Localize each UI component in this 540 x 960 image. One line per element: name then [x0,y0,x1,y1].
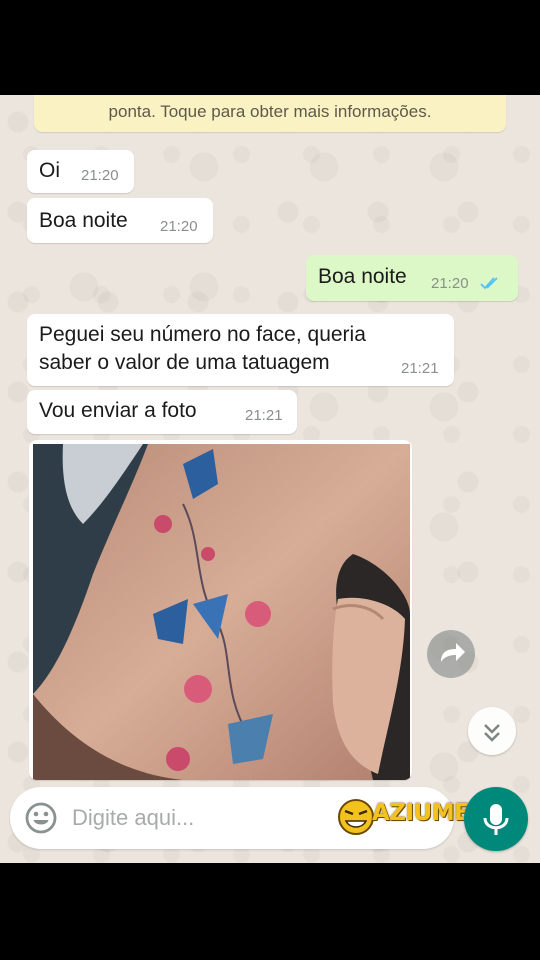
message-text: Oi [39,159,60,182]
chat-screen: ponta. Toque para obter mais informações… [0,95,540,863]
forward-arrow-icon [441,643,465,662]
message-text: Boa noite [318,265,407,288]
emoji-icon[interactable] [24,801,58,835]
message-time: 21:20 [431,275,469,292]
watermark-text: AZIUME [372,800,470,826]
message-text: Vou enviar a foto [39,399,197,422]
read-checkmarks-icon [480,277,498,290]
scroll-to-bottom-button[interactable] [468,707,516,755]
message-text-line-2: saber o valor de uma tatuagem [39,351,330,374]
message-text-line-1: Peguei seu número no face, queria [39,323,366,346]
mic-button[interactable] [464,787,528,851]
aziume-watermark: AZIUME [336,797,470,837]
forward-button[interactable] [427,630,475,678]
message-incoming[interactable]: Boa noite 21:20 [27,198,213,243]
message-text: Boa noite [39,209,128,232]
microphone-icon [483,804,509,835]
message-time: 21:21 [245,407,283,424]
message-incoming[interactable]: Oi 21:20 [27,150,134,193]
double-chevron-down-icon [484,724,500,742]
message-input[interactable]: Digite aqui... AZIUME [10,787,470,849]
aziume-logo-icon [338,799,374,835]
image-message[interactable] [29,440,412,780]
message-time: 21:20 [160,218,198,235]
message-time: 21:20 [81,167,119,184]
notice-text: ponta. Toque para obter mais informações… [108,102,432,121]
message-incoming[interactable]: Peguei seu número no face, queria saber … [27,314,454,386]
encryption-notice[interactable]: ponta. Toque para obter mais informações… [34,95,506,132]
message-incoming[interactable]: Vou enviar a foto 21:21 [27,390,297,434]
message-outgoing[interactable]: Boa noite 21:20 [306,255,518,301]
input-placeholder: Digite aqui... [72,805,195,830]
message-time: 21:21 [401,360,439,377]
tattoo-photo [33,444,410,780]
